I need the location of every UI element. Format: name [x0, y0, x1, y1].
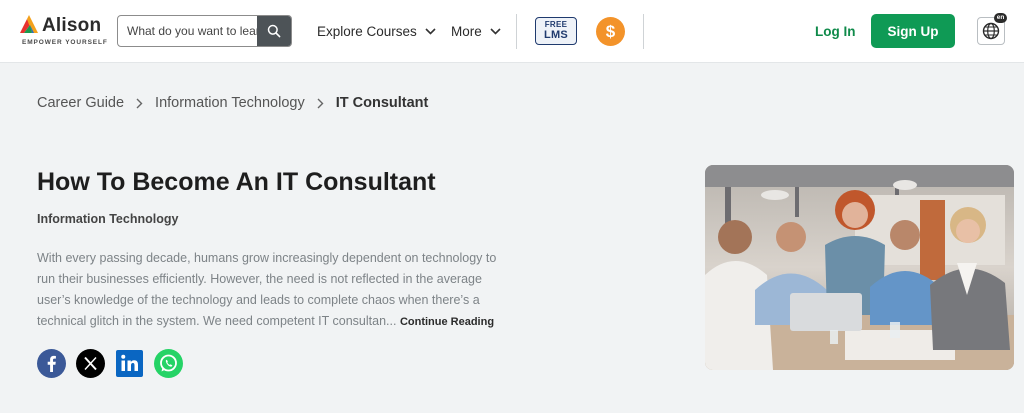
page-title: How To Become An IT Consultant: [37, 168, 436, 196]
breadcrumb-career-guide[interactable]: Career Guide: [37, 95, 124, 111]
linkedin-icon: [116, 350, 143, 377]
language-code-badge: en: [994, 13, 1007, 23]
article-hero-image: [705, 165, 1014, 370]
header-divider: [516, 14, 517, 49]
dollar-symbol: $: [605, 21, 616, 41]
chevron-right-icon: [136, 98, 143, 109]
search-button[interactable]: [257, 16, 291, 46]
facebook-icon: [37, 349, 66, 378]
chevron-down-icon: [490, 28, 501, 35]
more-label: More: [451, 24, 482, 39]
login-link[interactable]: Log In: [815, 24, 856, 39]
search-icon: [267, 24, 281, 38]
continue-reading-link[interactable]: Continue Reading: [400, 316, 494, 328]
breadcrumb-information-technology[interactable]: Information Technology: [155, 95, 305, 111]
header-divider: [643, 14, 644, 49]
dollar-icon[interactable]: $: [596, 17, 625, 46]
language-selector[interactable]: en: [977, 13, 1007, 45]
linkedin-share-button[interactable]: [115, 349, 144, 378]
search-input[interactable]: [118, 16, 258, 46]
whatsapp-icon: [154, 349, 183, 378]
free-lms-line2: LMS: [543, 29, 569, 41]
top-header: Alison EMPOWER YOURSELF Explore Courses …: [0, 0, 1024, 63]
office-meeting-photo: [705, 165, 1014, 370]
facebook-share-button[interactable]: [37, 349, 66, 378]
whatsapp-share-button[interactable]: [154, 349, 183, 378]
alison-logo-mark-icon: [20, 15, 38, 33]
chevron-down-icon: [425, 28, 436, 35]
breadcrumb: Career Guide Information Technology IT C…: [37, 95, 428, 111]
x-share-button[interactable]: [76, 349, 105, 378]
explore-courses-menu[interactable]: Explore Courses: [317, 24, 436, 39]
search-box: [117, 15, 292, 47]
chevron-right-icon: [317, 98, 324, 109]
explore-courses-label: Explore Courses: [317, 24, 417, 39]
globe-icon: [982, 22, 1000, 40]
x-icon: [76, 349, 105, 378]
more-menu[interactable]: More: [451, 24, 501, 39]
brand-name: Alison: [42, 15, 102, 36]
signup-button[interactable]: Sign Up: [871, 14, 955, 48]
brand-tagline: EMPOWER YOURSELF: [22, 39, 108, 46]
free-lms-line1: FREE: [544, 20, 568, 29]
free-lms-button[interactable]: FREE LMS: [535, 17, 577, 45]
alison-logo[interactable]: Alison EMPOWER YOURSELF: [18, 15, 107, 51]
article-category: Information Technology: [37, 212, 179, 226]
article-excerpt: With every passing decade, humans grow i…: [37, 248, 507, 333]
social-share-bar: [37, 349, 183, 378]
breadcrumb-current: IT Consultant: [335, 95, 429, 111]
